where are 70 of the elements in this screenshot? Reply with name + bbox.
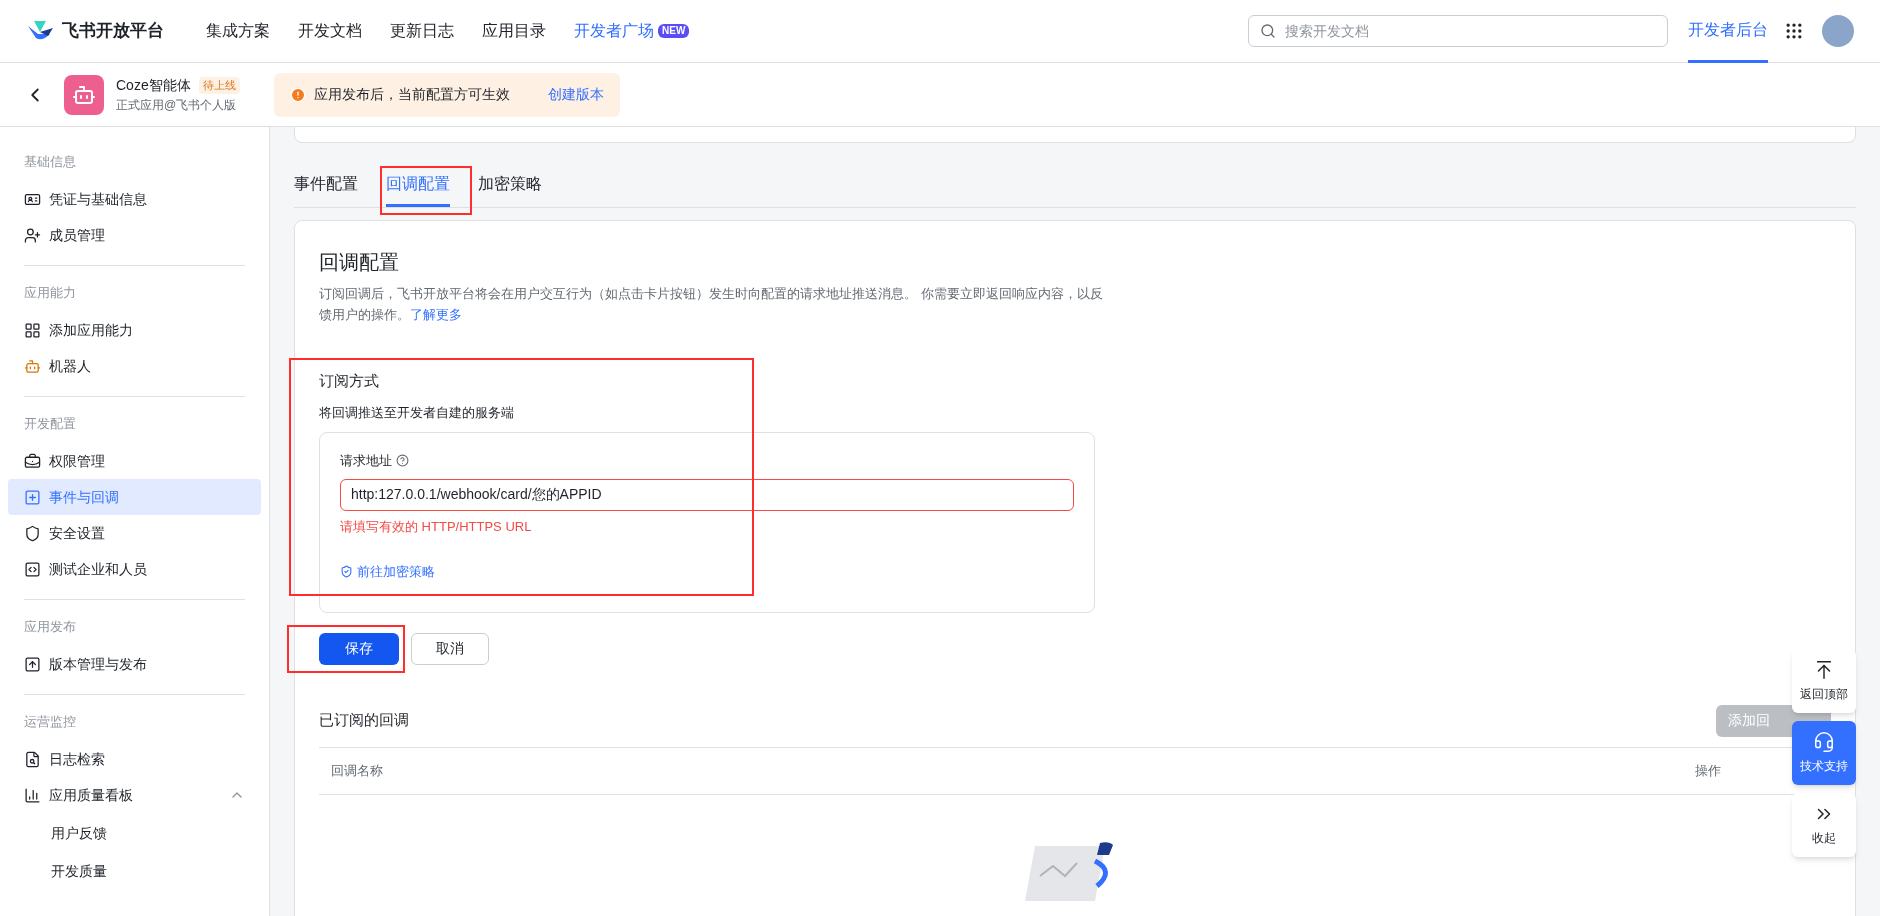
sidebar-item[interactable]: 成员管理	[8, 217, 261, 253]
section-label: 应用能力	[24, 284, 77, 302]
sidebar-item[interactable]: 事件与回调	[8, 479, 261, 515]
search-icon	[1260, 23, 1276, 39]
cancel-button[interactable]: 取消	[411, 632, 489, 665]
sidebar-item[interactable]: 测试企业和人员	[8, 551, 261, 587]
new-badge: NEW	[658, 24, 690, 38]
warning-icon	[289, 86, 306, 103]
notice-text: 应用发布后，当前配置方可生效	[313, 85, 510, 104]
sidebar-item[interactable]: 日志检索	[8, 741, 261, 777]
field-label: 请求地址	[340, 452, 392, 470]
subscription-title: 订阅方式	[319, 371, 380, 391]
create-version-link[interactable]: 创建版本	[547, 84, 604, 105]
tab[interactable]: 事件配置	[294, 172, 358, 207]
nav-link[interactable]: 更新日志	[390, 19, 454, 43]
file-search-icon	[24, 750, 41, 768]
float-button[interactable]: 返回顶部	[1792, 649, 1856, 713]
tab[interactable]: 回调配置	[386, 172, 450, 207]
error-message: 请填写有效的 HTTP/HTTPS URL	[340, 517, 533, 536]
logo-icon	[26, 20, 54, 42]
shield-icon	[340, 565, 353, 579]
sidebar-item[interactable]: 机器人	[8, 348, 261, 384]
briefcase-icon	[24, 452, 41, 470]
section-label: 应用发布	[24, 618, 77, 636]
section-label: 基础信息	[24, 153, 77, 171]
encryption-link[interactable]: 前往加密策略	[357, 562, 435, 582]
help-icon	[396, 454, 409, 468]
column-header: 回调名称	[331, 761, 383, 780]
bar-chart-icon	[24, 786, 41, 804]
upload-icon	[24, 655, 41, 673]
nav-link[interactable]: 开发文档	[298, 19, 362, 43]
url-input[interactable]: http:127.0.0.1/webhook/card/您的APPID	[340, 478, 1074, 511]
nav-link[interactable]: 应用目录	[482, 19, 546, 43]
shield-icon	[24, 524, 41, 542]
save-button[interactable]: 保存	[319, 632, 399, 665]
code-icon	[24, 560, 41, 578]
description: 订阅回调后，飞书开放平台将会在用户交互行为（如点击卡片按钮）发生时向配置的请求地址推送消息。 你需要立即返回响应内容，以反馈用户的操作。了解更多	[319, 285, 1104, 324]
sidebar-item[interactable]: 权限管理	[8, 443, 261, 479]
subscribed-title: 已订阅的回调	[319, 710, 409, 731]
sidebar-subitem[interactable]: 用户反馈	[8, 815, 261, 851]
sidebar-item[interactable]: 安全设置	[8, 515, 261, 551]
headset-icon	[1813, 731, 1835, 753]
sidebar-item[interactable]: 凭证与基础信息	[8, 181, 261, 217]
section-label: 开发配置	[24, 415, 77, 433]
robot-icon	[24, 357, 41, 375]
app-name: Coze智能体	[116, 76, 191, 95]
nav-link[interactable]: 集成方案	[206, 19, 270, 43]
sidebar-item[interactable]: 应用质量看板	[8, 777, 261, 813]
console-tab[interactable]: 开发者后台	[1688, 0, 1768, 63]
column-header: 操作	[1695, 761, 1721, 780]
user-icon	[24, 226, 41, 244]
learn-more-link[interactable]: 了解更多	[410, 307, 462, 322]
status-tag: 待上线	[198, 77, 240, 94]
app-subtitle: 正式应用@飞书个人版	[116, 97, 238, 114]
search-field[interactable]: 搜索开发文档	[1248, 15, 1668, 47]
sidebar-subitem[interactable]: 开发质量	[8, 853, 261, 889]
sidebar-item[interactable]: 版本管理与发布	[8, 646, 261, 682]
float-button[interactable]: 技术支持	[1792, 721, 1856, 785]
float-button[interactable]: 收起	[1792, 793, 1856, 857]
square-plus-icon	[24, 488, 41, 506]
brand-name: 飞书开放平台	[62, 20, 164, 43]
subscription-subtitle: 将回调推送至开发者自建的服务端	[319, 403, 515, 422]
section-label: 运营监控	[24, 713, 77, 731]
nav-link[interactable]: 开发者广场 NEW	[574, 19, 690, 43]
grid-icon	[24, 321, 41, 339]
tab[interactable]: 加密策略	[478, 172, 542, 207]
sidebar-item[interactable]: 添加应用能力	[8, 312, 261, 348]
section-title: 回调配置	[319, 250, 400, 275]
app-icon	[64, 74, 104, 115]
apps-grid-icon[interactable]	[1784, 21, 1804, 41]
